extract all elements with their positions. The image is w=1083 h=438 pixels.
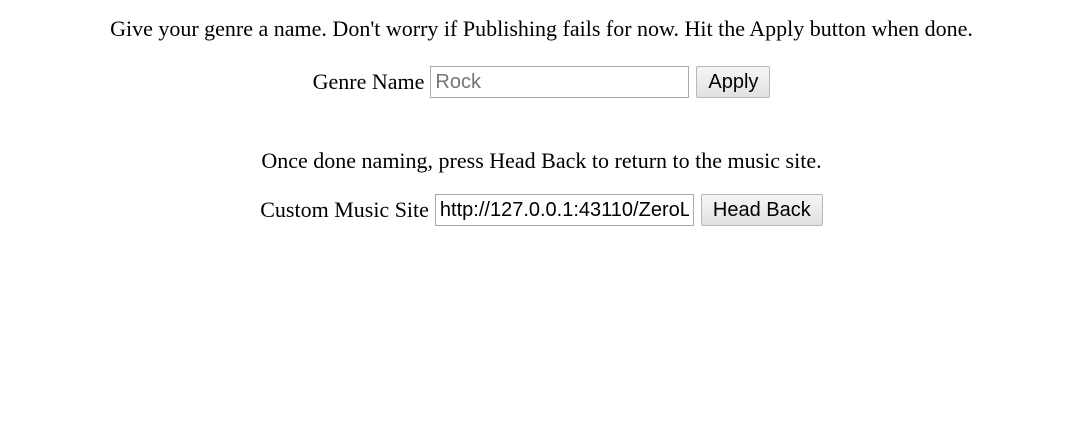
head-back-button[interactable]: Head Back bbox=[700, 194, 823, 226]
site-form: Custom Music Site Head Back bbox=[0, 194, 1083, 226]
genre-instructions: Give your genre a name. Don't worry if P… bbox=[110, 16, 973, 41]
apply-button[interactable]: Apply bbox=[696, 66, 771, 98]
custom-music-site-input[interactable] bbox=[434, 194, 694, 226]
genre-form: Genre Name Apply bbox=[0, 66, 1083, 98]
genre-name-label: Genre Name bbox=[312, 69, 425, 94]
custom-music-site-label: Custom Music Site bbox=[260, 197, 429, 222]
return-instructions: Once done naming, press Head Back to ret… bbox=[261, 148, 822, 173]
genre-name-input[interactable] bbox=[430, 66, 690, 98]
page: Give your genre a name. Don't worry if P… bbox=[0, 0, 1083, 226]
